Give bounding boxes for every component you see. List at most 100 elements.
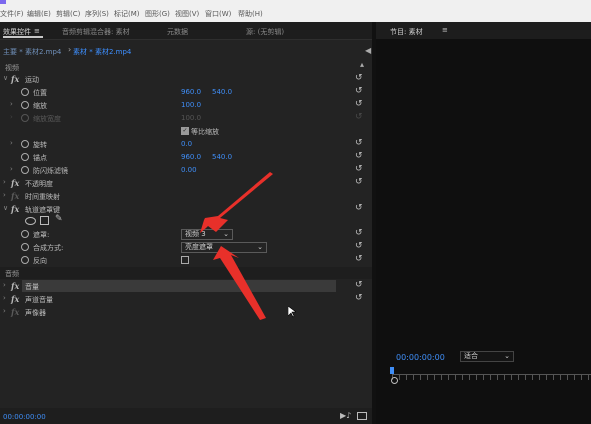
status-bar: 00:00:00:00 ▶♪ (0, 408, 372, 424)
uniform-scale-checkbox[interactable]: ✓ (181, 127, 189, 135)
stopwatch-icon[interactable] (21, 230, 29, 238)
expand-icon[interactable]: › (10, 100, 13, 108)
stopwatch-icon[interactable] (21, 88, 29, 96)
reset-icon[interactable]: ↺ (355, 99, 363, 109)
panel-menu-icon[interactable]: ≡ (34, 27, 40, 35)
reset-icon[interactable]: ↺ (355, 293, 363, 303)
menu-window[interactable]: 窗口(W) (205, 9, 231, 19)
fx-icon[interactable]: fx (11, 178, 19, 188)
position-y-value[interactable]: 540.0 (212, 88, 232, 96)
arrow-to-matte-icon (200, 172, 273, 233)
expand-icon[interactable]: › (10, 139, 13, 147)
prop-scale-width: › 缩放宽度 100.0 ↺ (0, 112, 372, 124)
reset-icon[interactable]: ↺ (355, 86, 363, 96)
volume-label[interactable]: 音量 (25, 282, 39, 292)
reset-icon[interactable]: ↺ (355, 280, 363, 290)
menu-clip[interactable]: 剪辑(C) (56, 9, 80, 19)
reset-icon[interactable]: ↺ (355, 73, 363, 83)
prop-anchor: 锚点 960.0 540.0 ↺ (0, 151, 372, 163)
expand-icon[interactable]: › (3, 281, 6, 289)
ellipse-mask-icon[interactable] (25, 217, 36, 225)
playhead[interactable] (390, 367, 394, 374)
menu-graphics[interactable]: 图形(G) (145, 9, 170, 19)
zoom-dropdown[interactable]: 适合 ⌄ (460, 351, 514, 362)
reset-icon[interactable]: ↺ (355, 177, 363, 187)
status-timecode[interactable]: 00:00:00:00 (3, 413, 46, 421)
expand-icon[interactable]: › (10, 165, 13, 173)
scale-width-value: 100.0 (181, 114, 202, 122)
reset-icon[interactable]: ↺ (355, 203, 363, 213)
reverse-label: 反向 (33, 257, 47, 265)
prop-rotation: › 旋转 0.0 ↺ (0, 138, 372, 150)
rotation-value[interactable]: 0.0 (181, 140, 192, 148)
current-clip-dropdown[interactable]: 素材 * 素材2.mp4 (73, 47, 131, 57)
menu-sequence[interactable]: 序列(S) (85, 9, 109, 19)
menu-marker[interactable]: 标记(M) (114, 9, 140, 19)
stopwatch-icon[interactable] (21, 243, 29, 251)
rectangle-mask-icon[interactable] (40, 216, 49, 225)
reset-icon: ↺ (355, 112, 363, 122)
reverse-checkbox[interactable] (181, 256, 189, 264)
fx-icon[interactable]: fx (11, 281, 19, 291)
expand-icon[interactable]: › (3, 191, 6, 199)
collapse-icon[interactable]: ▴ (360, 60, 364, 69)
section-video-label: 视频 (5, 64, 19, 72)
effect-time-remap: › fx 时间重映射 (0, 190, 372, 202)
pen-mask-icon[interactable]: ✎ (55, 214, 63, 224)
active-tab-underline (3, 36, 43, 38)
matte-label: 遮罩: (33, 231, 50, 239)
effect-opacity: › fx 不透明度 ↺ (0, 177, 372, 189)
expand-icon[interactable]: › (3, 307, 6, 315)
tab-metadata[interactable]: 元数据 (167, 27, 188, 37)
anchor-label: 锚点 (33, 154, 47, 162)
scale-value[interactable]: 100.0 (181, 101, 201, 109)
expand-icon[interactable]: › (3, 178, 6, 186)
anchor-x-value[interactable]: 960.0 (181, 153, 201, 161)
reset-icon[interactable]: ↺ (355, 228, 363, 238)
panel-tab-bar: 效果控件 ≡ 音频剪辑混合器: 素材 元数据 源: (无剪辑) (0, 22, 372, 40)
zoom-handle[interactable] (391, 377, 398, 384)
menu-file[interactable]: 文件(F) (0, 9, 24, 19)
collapse-motion-icon[interactable]: ∨ (3, 74, 8, 82)
stopwatch-icon[interactable] (21, 101, 29, 109)
section-audio: 音频 (0, 267, 372, 279)
menu-view[interactable]: 视图(V) (175, 9, 199, 19)
stopwatch-icon[interactable] (21, 153, 29, 161)
stopwatch-icon[interactable] (21, 166, 29, 174)
reset-icon[interactable]: ↺ (355, 164, 363, 174)
reset-icon[interactable]: ↺ (355, 254, 363, 264)
fx-icon[interactable]: fx (11, 294, 19, 304)
stopwatch-icon (21, 114, 29, 122)
stopwatch-icon[interactable] (21, 256, 29, 264)
play-audio-icon[interactable]: ▶♪ (340, 411, 351, 420)
collapse-icon[interactable]: ∨ (3, 204, 8, 212)
program-monitor-title[interactable]: 节目: 素材 (390, 27, 423, 37)
prop-composite: 合成方式: 亮度遮罩 ⌄ ↺ (0, 241, 372, 253)
rotation-label: 旋转 (33, 141, 47, 149)
stopwatch-icon[interactable] (21, 140, 29, 148)
channel-volume-label: 声道音量 (25, 296, 53, 304)
reset-icon[interactable]: ↺ (355, 138, 363, 148)
reset-icon[interactable]: ↺ (355, 151, 363, 161)
tab-source[interactable]: 源: (无剪辑) (246, 27, 284, 37)
prop-reverse: 反向 ↺ (0, 254, 372, 266)
ruler-ticks (392, 375, 591, 380)
expand-icon[interactable]: › (3, 294, 6, 302)
program-timecode[interactable]: 00:00:00:00 (396, 353, 445, 362)
anchor-y-value[interactable]: 540.0 (212, 153, 232, 161)
menu-help[interactable]: 帮助(H) (238, 9, 263, 19)
position-x-value[interactable]: 960.0 (181, 88, 201, 96)
antiflicker-value[interactable]: 0.00 (181, 166, 197, 174)
tab-audio-mixer[interactable]: 音频剪辑混合器: 素材 (62, 27, 130, 37)
reset-icon[interactable]: ↺ (355, 241, 363, 251)
composite-label: 合成方式: (33, 244, 64, 252)
menu-edit[interactable]: 编辑(E) (27, 9, 51, 19)
prop-position: 位置 960.0 540.0 ↺ (0, 86, 372, 98)
chevron-down-icon: ⌄ (504, 352, 510, 360)
play-only-icon[interactable]: ◀ (365, 46, 371, 55)
panel-menu-icon[interactable]: ≡ (442, 26, 448, 34)
export-icon[interactable] (357, 412, 367, 420)
fx-icon[interactable]: fx (11, 204, 19, 214)
fx-icon[interactable]: fx (11, 74, 19, 84)
source-clip-label[interactable]: 主要 * 素材2.mp4 (3, 47, 61, 57)
